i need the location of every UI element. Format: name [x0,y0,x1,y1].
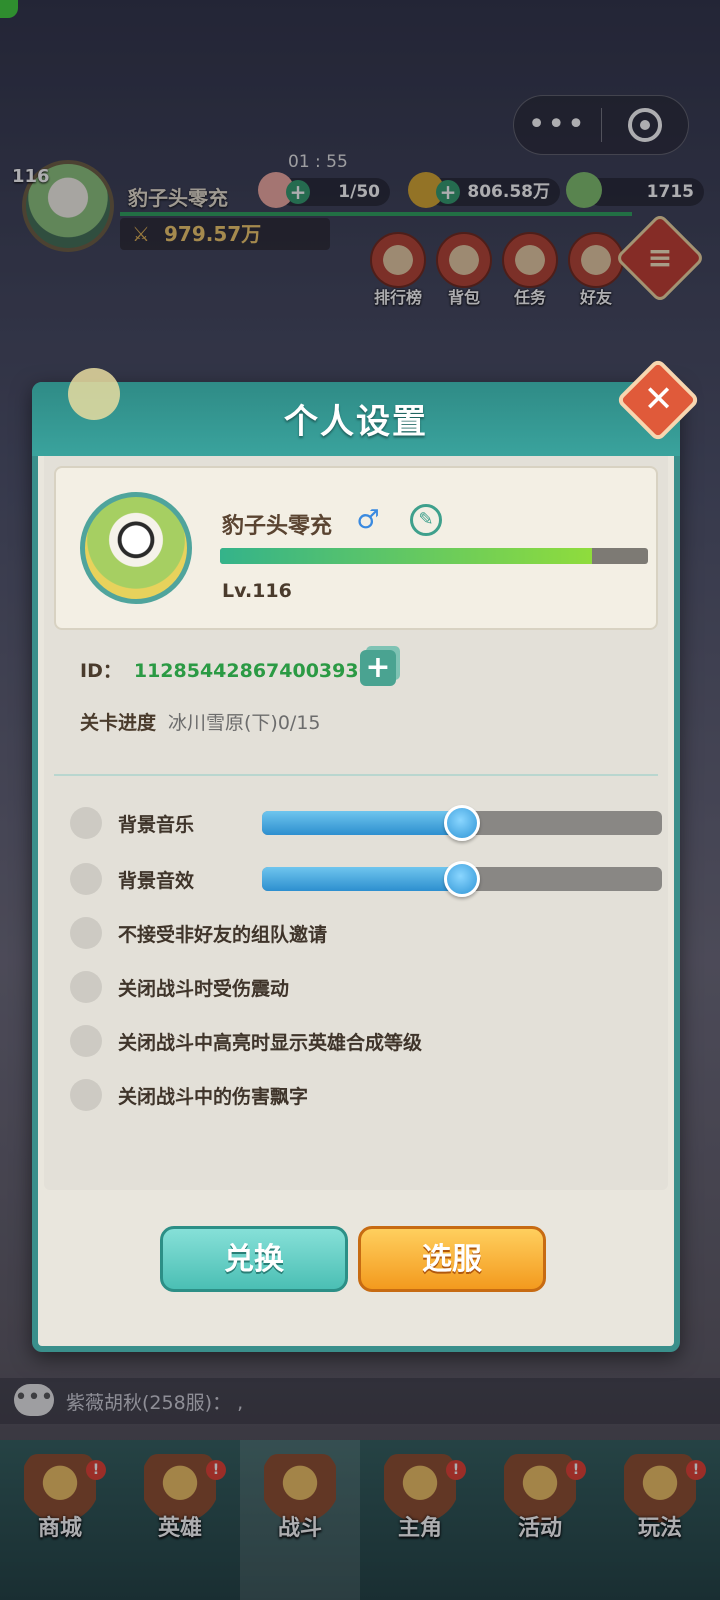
profile-level: Lv.116 [222,580,292,602]
setting-reject-invite[interactable]: 不接受非好友的组队邀请 [70,916,327,950]
edit-badge-icon[interactable]: ✎ [410,504,442,536]
id-row: ID： 1128544286740039366 [80,656,385,683]
no-damage-text-label: 关闭战斗中的伤害飘字 [118,1085,309,1108]
music-slider-handle[interactable] [444,805,480,841]
setting-no-highlight-level[interactable]: 关闭战斗中高亮时显示英雄合成等级 [70,1024,422,1058]
male-icon: ♂ [356,505,380,535]
copy-id-button[interactable]: + [360,650,396,686]
profile-card: 豹子头零充 ♂ ✎ Lv.116 [54,466,658,630]
stage-row: 关卡进度 冰川雪原(下)0/15 [80,708,321,735]
no-highlight-level-checkbox[interactable] [70,1025,102,1057]
music-label: 背景音乐 [118,813,195,836]
setting-no-shake[interactable]: 关闭战斗时受伤震动 [70,970,289,1004]
divider [54,774,658,776]
select-server-button[interactable]: 选服 [358,1226,546,1292]
exchange-button[interactable]: 兑换 [160,1226,348,1292]
copy-icon: + [365,650,391,685]
exp-bar-fill [220,548,593,564]
exp-bar [220,548,648,564]
stage-value: 冰川雪原(下)0/15 [168,712,321,734]
dialog-header: 个人设置 [32,368,680,456]
id-value: 1128544286740039366 [133,660,386,682]
setting-no-damage-text[interactable]: 关闭战斗中的伤害飘字 [70,1078,308,1112]
no-shake-checkbox[interactable] [70,971,102,1003]
music-slider[interactable] [262,805,662,841]
avatar[interactable] [80,492,192,604]
sfx-slider-handle[interactable] [444,861,480,897]
profile-name: 豹子头零充 [222,514,333,539]
setting-sfx: 背景音效 [70,861,670,897]
music-toggle[interactable] [70,807,102,839]
personal-settings-dialog: 个人设置 ✕ 豹子头零充 ♂ ✎ Lv.116 ID： 1128544286740… [32,357,701,1352]
reject-invite-label: 不接受非好友的组队邀请 [118,923,328,946]
stage-label: 关卡进度 [80,712,157,734]
dialog-body: 豹子头零充 ♂ ✎ Lv.116 ID： 1128544286740039366 … [44,456,668,1190]
sfx-slider[interactable] [262,861,662,897]
no-damage-text-checkbox[interactable] [70,1079,102,1111]
reject-invite-checkbox[interactable] [70,917,102,949]
setting-music: 背景音乐 [70,805,670,841]
dialog-title: 个人设置 [284,402,428,442]
sfx-label: 背景音效 [118,869,195,892]
no-highlight-level-label: 关闭战斗中高亮时显示英雄合成等级 [118,1031,423,1054]
sfx-slider-fill [262,867,462,891]
id-label: ID： [80,660,122,682]
close-icon: ✕ [643,378,674,420]
no-shake-label: 关闭战斗时受伤震动 [118,977,290,1000]
music-slider-fill [262,811,462,835]
sfx-toggle[interactable] [70,863,102,895]
